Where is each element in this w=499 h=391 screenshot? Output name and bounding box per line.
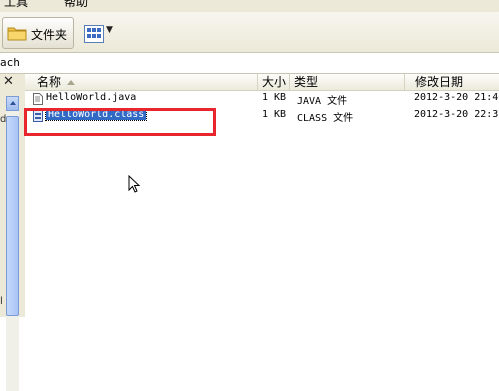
file-type: JAVA 文件	[297, 96, 348, 107]
chevron-down-icon[interactable]: ▼	[106, 25, 113, 35]
cursor-arrow-icon	[128, 175, 140, 193]
file-modified: 2012-3-20 22:37	[414, 109, 499, 120]
pane-text-fragment: d	[0, 114, 7, 125]
close-icon[interactable]: ✕	[3, 74, 14, 89]
column-name[interactable]: 名称	[25, 74, 258, 90]
column-modified-label: 修改日期	[415, 75, 464, 89]
views-icon	[84, 25, 104, 43]
file-row[interactable]: HelloWorld.java 1 KB JAVA 文件 2012-3-20 2…	[25, 91, 499, 107]
pane-scrollbar[interactable]	[6, 96, 19, 391]
column-size[interactable]: 大小	[258, 74, 290, 90]
file-size: 1 KB	[262, 92, 287, 103]
folders-label: 文件夹	[31, 28, 68, 42]
menu-item-help[interactable]: 帮助	[64, 0, 88, 10]
column-name-label: 名称	[37, 75, 62, 89]
annotation-highlight-box	[24, 108, 216, 136]
address-bar[interactable]: ach	[0, 53, 499, 74]
toolbar: 文件夹 ▼	[0, 12, 499, 53]
file-icon	[33, 93, 43, 105]
column-header: 名称 大小 类型 修改日期	[25, 74, 499, 91]
column-type-label: 类型	[294, 75, 319, 89]
scroll-up-icon[interactable]	[6, 96, 19, 111]
file-size: 1 KB	[262, 109, 287, 120]
column-modified[interactable]: 修改日期	[405, 74, 499, 90]
folders-pane: ✕ d l	[0, 74, 25, 391]
sort-ascending-icon	[67, 80, 76, 85]
scroll-thumb[interactable]	[6, 116, 19, 316]
pane-text-fragment: l	[0, 296, 3, 307]
file-type: CLASS 文件	[297, 113, 354, 124]
address-text: ach	[0, 56, 20, 69]
folders-button[interactable]: 文件夹	[2, 17, 74, 49]
column-size-label: 大小	[262, 75, 287, 89]
menu-bar: 工具 帮助	[0, 0, 499, 12]
file-modified: 2012-3-20 21:40	[414, 92, 499, 103]
file-name[interactable]: HelloWorld.java	[46, 92, 136, 103]
column-type[interactable]: 类型	[290, 74, 405, 90]
folder-icon	[7, 27, 27, 41]
views-button[interactable]: ▼	[79, 20, 117, 48]
menu-item-tools[interactable]: 工具	[4, 0, 28, 10]
